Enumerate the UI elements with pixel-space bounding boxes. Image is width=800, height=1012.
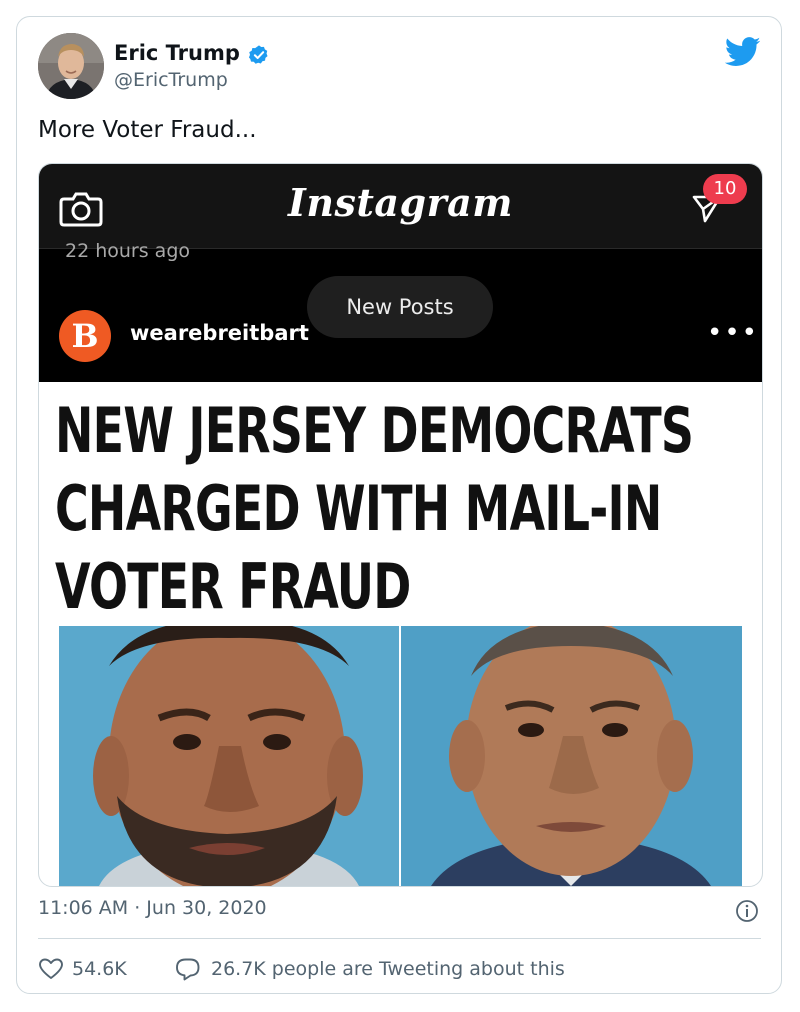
mugshot-right	[401, 626, 742, 886]
new-posts-button: New Posts	[307, 276, 493, 338]
headline-line-1: NEW JERSEY DEMOCRATS	[55, 394, 694, 467]
twitter-bird-icon[interactable]	[725, 37, 761, 67]
like-button[interactable]: 54.6K	[38, 955, 127, 983]
mugshot-left	[59, 626, 399, 886]
tweet-media[interactable]: Instagram 10 22 hours ago New Posts B we…	[38, 163, 763, 887]
author-name[interactable]: Eric Trump	[114, 41, 240, 65]
speech-bubble-icon	[176, 958, 200, 981]
tweeting-about-text: 26.7K people are Tweeting about this	[211, 958, 565, 980]
tweet-card: Eric Trump @EricTrump More Voter Fraud..…	[16, 16, 782, 994]
headline-line-3: VOTER FRAUD	[55, 550, 411, 623]
more-options-icon: •••	[707, 318, 760, 348]
heart-icon	[39, 958, 63, 979]
instagram-logo: Instagram	[288, 180, 513, 225]
breitbart-logo: B	[59, 310, 111, 362]
notification-badge: 10	[703, 174, 747, 204]
divider	[38, 938, 761, 939]
info-icon[interactable]	[735, 899, 759, 923]
tweeting-about-link[interactable]: 26.7K people are Tweeting about this	[175, 955, 565, 983]
author-handle[interactable]: @EricTrump	[114, 69, 228, 91]
avatar[interactable]	[38, 33, 104, 99]
headline-line-2: CHARGED WITH MAIL-IN	[55, 472, 662, 545]
tweet-timestamp[interactable]: 11:06 AM · Jun 30, 2020	[38, 897, 267, 919]
account-name: wearebreitbart	[130, 321, 309, 345]
tweet-text: More Voter Fraud...	[38, 117, 257, 143]
headline: NEW JERSEY DEMOCRATS CHARGED WITH MAIL-I…	[55, 392, 694, 626]
time-ago: 22 hours ago	[65, 240, 191, 262]
verified-icon	[248, 45, 268, 64]
like-count: 54.6K	[72, 958, 127, 980]
